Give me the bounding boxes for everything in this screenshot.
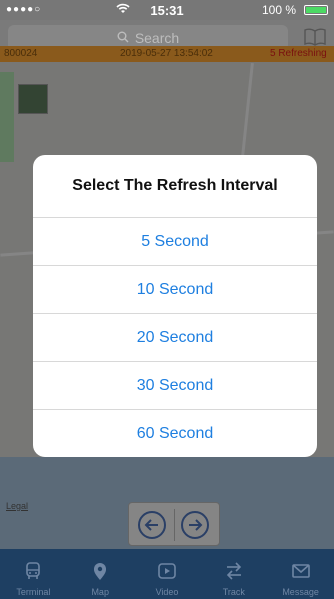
option-20-second[interactable]: 20 Second <box>33 314 317 362</box>
refresh-interval-dialog: Select The Refresh Interval 5 Second 10 … <box>33 155 317 457</box>
option-5-second[interactable]: 5 Second <box>33 218 317 266</box>
option-10-second[interactable]: 10 Second <box>33 266 317 314</box>
dialog-title: Select The Refresh Interval <box>33 155 317 218</box>
option-30-second[interactable]: 30 Second <box>33 362 317 410</box>
option-60-second[interactable]: 60 Second <box>33 410 317 457</box>
